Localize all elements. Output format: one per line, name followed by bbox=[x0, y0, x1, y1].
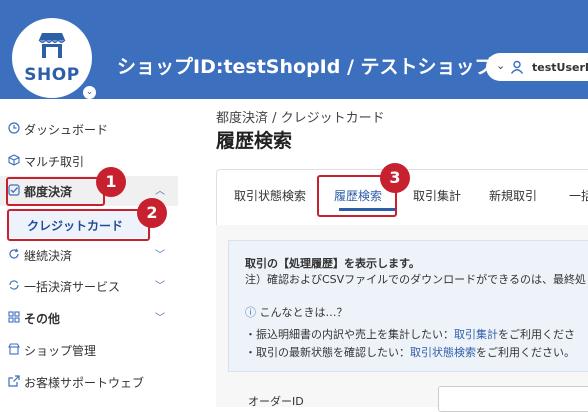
refresh-icon bbox=[9, 248, 19, 259]
sidebar-item-support-web[interactable]: お客様サポートウェブ bbox=[0, 367, 178, 397]
sync-icon bbox=[9, 280, 19, 290]
tab-transaction-summary[interactable]: 取引集計 bbox=[413, 187, 461, 204]
chevron-down-icon: ﹀ bbox=[155, 313, 165, 324]
sidebar-item-label: ショップ管理 bbox=[24, 344, 97, 358]
order-id-input[interactable] bbox=[438, 386, 588, 412]
store-icon bbox=[38, 33, 66, 58]
breadcrumb: 都度決済 / クレジットカード bbox=[216, 111, 385, 126]
help-bullet-text: ・振込明細書の内訳や売上を集計したい： bbox=[245, 328, 454, 341]
chevron-down-icon: ﹀ bbox=[155, 281, 165, 292]
info-box: 取引の【処理履歴】を表示します。 注）確認およびCSVファイルでのダウンロードが… bbox=[228, 240, 588, 372]
help-heading-text: こんなときは…？ bbox=[259, 306, 348, 319]
help-heading: ⓘ こんなときは…？ bbox=[245, 304, 348, 320]
sidebar-item-label: お客様サポートウェブ bbox=[24, 376, 145, 390]
grid-icon bbox=[8, 311, 20, 323]
sidebar-item-recurring[interactable]: 継続決済 ﹀ bbox=[0, 240, 178, 270]
box-icon bbox=[8, 154, 20, 166]
chevron-down-icon: ⌄ bbox=[496, 59, 506, 72]
sidebar-item-shop-management[interactable]: ショップ管理 bbox=[0, 335, 178, 365]
shop-icon bbox=[8, 343, 20, 355]
help-bullet-2: ・取引の最新状態を確認したい：取引状態検索をご利用ください。 bbox=[245, 344, 575, 360]
sidebar-item-label: ダッシュボード bbox=[24, 123, 109, 137]
link-transaction-status-search[interactable]: 取引状態検索 bbox=[410, 346, 476, 359]
external-link-icon bbox=[8, 375, 20, 387]
user-icon bbox=[510, 60, 524, 74]
sidebar-item-dashboard[interactable]: ダッシュボード bbox=[0, 114, 178, 144]
link-transaction-summary[interactable]: 取引集計 bbox=[454, 328, 498, 341]
help-bullet-text: ・取引の最新状態を確認したい： bbox=[245, 346, 410, 359]
chevron-down-icon: ﹀ bbox=[155, 250, 165, 261]
help-bullet-text: をご利用くださ bbox=[498, 328, 575, 341]
chevron-up-icon: ︿ bbox=[155, 186, 165, 197]
step-badge-2: 2 bbox=[137, 198, 167, 228]
info-note: 注）確認およびCSVファイルでのダウンロードができるのは、最終処 bbox=[245, 273, 586, 286]
logo-text: SHOP bbox=[24, 65, 80, 85]
highlight-box-1 bbox=[6, 177, 105, 206]
step-badge-3: 3 bbox=[380, 163, 410, 193]
info-icon: ⓘ bbox=[245, 306, 256, 319]
sidebar-item-bulk[interactable]: 一括決済サービス ﹀ bbox=[0, 271, 178, 301]
app-header: SHOP ⌄ ショップID:testShopId / テストショップ ⌄ tes… bbox=[0, 0, 588, 99]
sidebar-item-label: その他 bbox=[24, 312, 61, 326]
tab-transaction-status-search[interactable]: 取引状態検索 bbox=[234, 187, 306, 204]
content-area: 取引の【処理履歴】を表示します。 注）確認およびCSVファイルでのダウンロードが… bbox=[216, 225, 588, 407]
tab-new-transaction[interactable]: 新規取引 bbox=[489, 187, 537, 204]
help-bullet-text: をご利用ください。 bbox=[476, 346, 575, 359]
highlight-box-2 bbox=[7, 209, 150, 241]
sidebar-item-other[interactable]: その他 ﹀ bbox=[0, 303, 178, 333]
sidebar-item-multi[interactable]: マルチ取引 bbox=[0, 146, 178, 176]
sidebar-item-label: マルチ取引 bbox=[24, 155, 85, 169]
shop-logo[interactable]: SHOP bbox=[12, 18, 92, 98]
page-title: 履歴検索 bbox=[216, 130, 293, 152]
step-badge-1: 1 bbox=[96, 167, 126, 197]
sidebar-item-label: 継続決済 bbox=[24, 249, 73, 263]
tab-bulk[interactable]: 一括 bbox=[569, 187, 588, 204]
sidebar-item-label: 一括決済サービス bbox=[24, 280, 121, 294]
user-name: testUserId bbox=[532, 61, 588, 74]
shop-title: ショップID:testShopId / テストショップ bbox=[117, 56, 494, 78]
clock-icon bbox=[8, 122, 20, 134]
info-text: 取引の【処理履歴】を表示します。 bbox=[245, 257, 420, 270]
logo-chevron-icon[interactable]: ⌄ bbox=[83, 86, 96, 99]
help-bullet-1: ・振込明細書の内訳や売上を集計したい：取引集計をご利用くださ bbox=[245, 326, 575, 342]
sidebar: ダッシュボード マルチ取引 都度決済 ︿ クレジットカード 継続決済 ﹀ 一括決… bbox=[0, 99, 200, 407]
main-content: 都度決済 / クレジットカード 履歴検索 取引状態検索 履歴検索 取引集計 新規… bbox=[200, 99, 588, 412]
user-menu[interactable]: ⌄ testUserId bbox=[486, 53, 588, 81]
